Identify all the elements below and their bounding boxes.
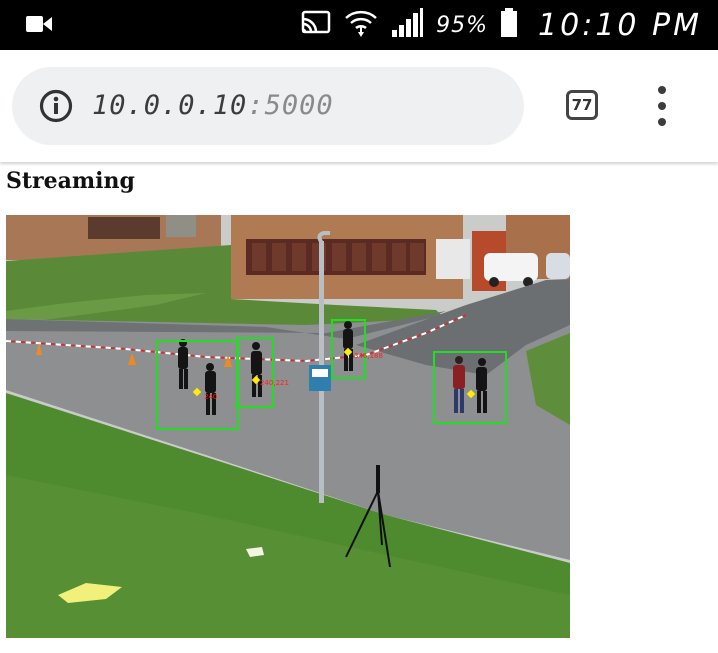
info-icon[interactable] <box>39 89 73 123</box>
status-bar: 95% 10:10 PM <box>0 0 718 50</box>
address-bar[interactable]: 10.0.0.10:5000 <box>12 67 524 145</box>
page-title: Streaming <box>6 168 135 194</box>
battery-percent: 95% <box>436 12 489 38</box>
tab-switcher-icon[interactable]: 77 <box>566 90 598 120</box>
tab-count: 77 <box>571 96 593 114</box>
browser-toolbar: 10.0.0.10:5000 77 <box>0 50 718 162</box>
more-menu-icon[interactable] <box>652 86 672 126</box>
url-port: :5000 <box>247 90 334 121</box>
url-host: 10.0.0.10 <box>92 90 248 121</box>
wifi-icon <box>344 8 378 42</box>
video-stream: 240 240,221 346,188 <box>6 215 570 638</box>
clock: 10:10 PM <box>538 7 702 43</box>
detection-label: 346,188 <box>354 352 383 360</box>
video-camera-icon <box>26 14 52 38</box>
detection-label: 240,221 <box>260 379 289 387</box>
battery-icon <box>500 8 518 42</box>
signal-icon <box>390 8 424 42</box>
cast-icon <box>300 10 332 40</box>
url-text[interactable]: 10.0.0.10:5000 <box>92 67 334 145</box>
detection-label: 240 <box>204 393 217 401</box>
